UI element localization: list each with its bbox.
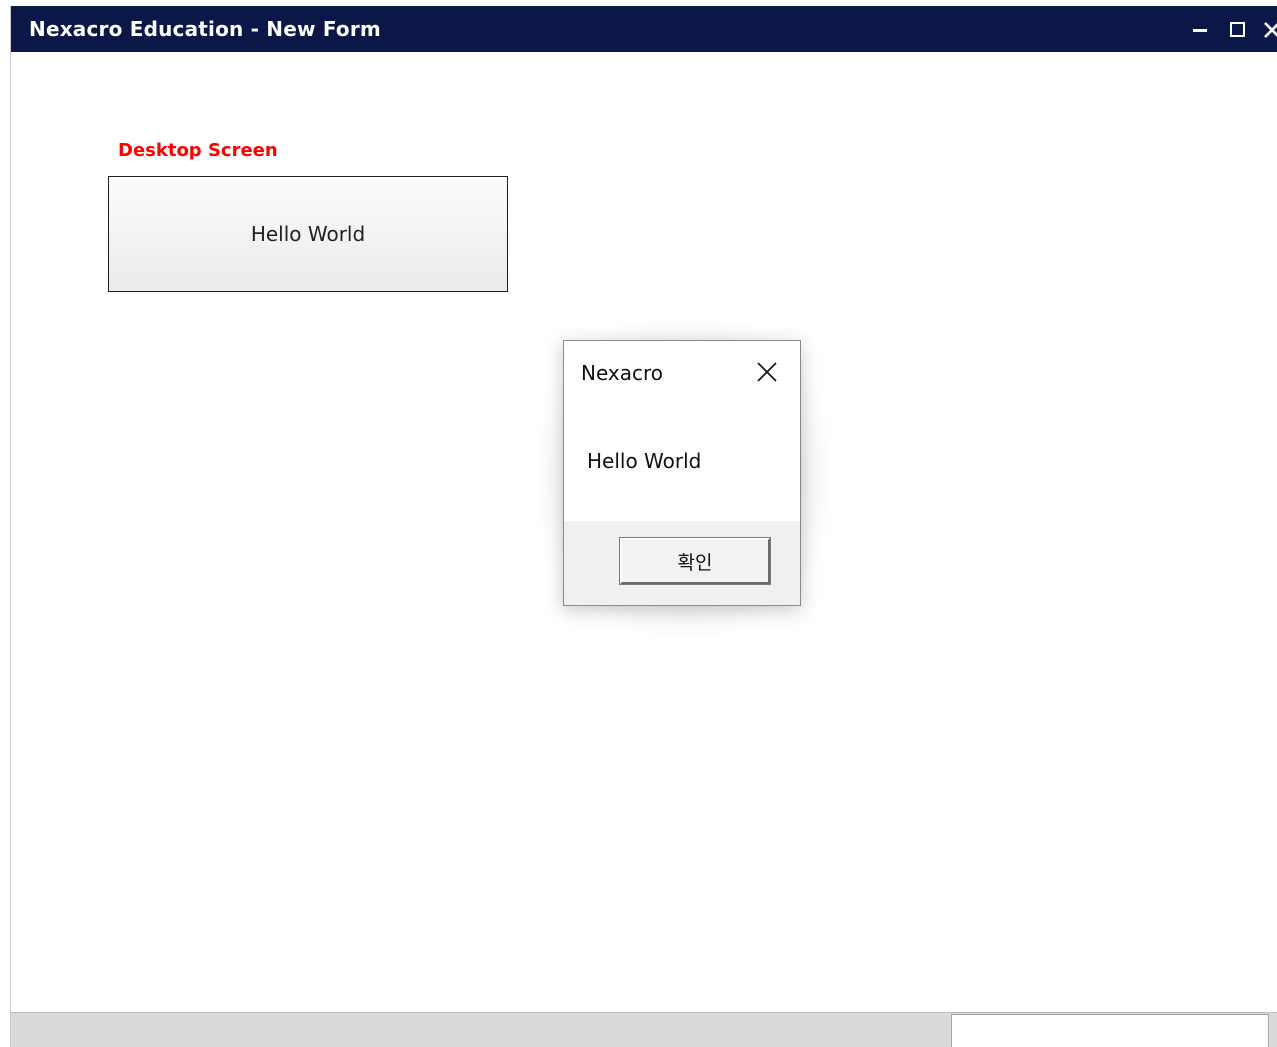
hello-world-button-label: Hello World [250,222,366,246]
ok-button[interactable]: 확인 [619,537,771,585]
minimize-icon [1193,29,1207,32]
dialog-close-button[interactable] [754,359,780,385]
close-icon [757,362,777,382]
window-title: Nexacro Education - New Form [29,17,381,41]
desktop-screen-label: Desktop Screen [118,140,278,161]
title-bar[interactable]: Nexacro Education - New Form [11,6,1277,52]
window-close-button[interactable] [1259,16,1277,42]
app-window: Nexacro Education - New Form Desktop Scr… [10,6,1277,1047]
maximize-icon [1230,22,1245,37]
hello-world-button[interactable]: Hello World [108,176,508,292]
close-icon [1264,22,1277,38]
ok-button-label: 확인 [677,551,713,574]
maximize-button[interactable] [1225,16,1251,42]
minimize-button[interactable] [1188,16,1214,42]
alert-dialog: Nexacro Hello World 확인 [563,340,801,606]
dialog-message: Hello World [587,449,702,473]
dialog-title: Nexacro [581,361,664,385]
status-field[interactable] [951,1014,1269,1047]
